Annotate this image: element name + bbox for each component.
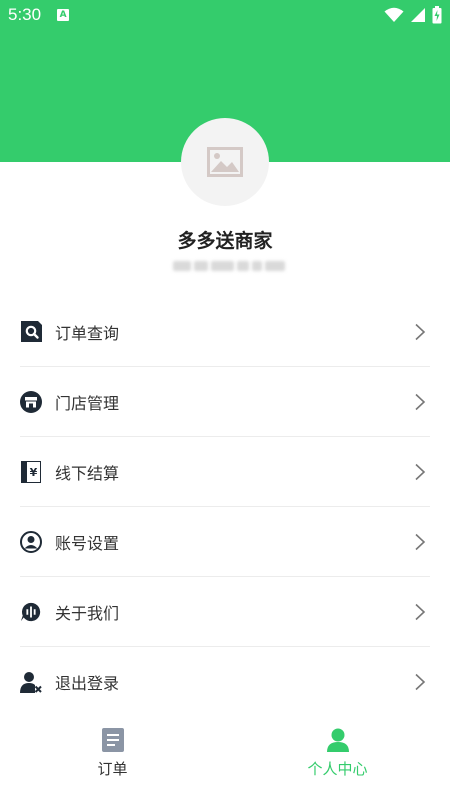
- account-icon: [20, 530, 42, 553]
- notification-a-icon: A: [57, 9, 70, 21]
- blur-segment: [210, 261, 235, 271]
- chevron-right-icon: [415, 603, 426, 620]
- tab-profile[interactable]: 个人中心: [225, 718, 450, 800]
- store-icon: [20, 390, 42, 413]
- document-icon: [101, 728, 124, 752]
- menu-item-account-settings[interactable]: 账号设置: [20, 507, 430, 577]
- tab-orders[interactable]: 订单: [0, 718, 225, 800]
- menu-item-offline-settlement[interactable]: ¥ 线下结算: [20, 437, 430, 507]
- svg-text:¥: ¥: [30, 466, 38, 479]
- battery-icon: [432, 6, 442, 24]
- menu-item-label: 账号设置: [55, 533, 120, 553]
- chevron-right-icon: [415, 533, 426, 550]
- chevron-right-icon: [415, 673, 426, 691]
- blur-segment: [237, 261, 250, 271]
- menu-item-label: 线下结算: [55, 463, 120, 483]
- tab-label: 个人中心: [307, 760, 368, 778]
- menu-item-store-management[interactable]: 门店管理: [20, 367, 430, 437]
- blur-segment: [265, 261, 285, 271]
- menu-item-label: 订单查询: [55, 323, 120, 343]
- menu-item-order-search[interactable]: 订单查询: [20, 297, 430, 367]
- tab-label: 订单: [97, 760, 128, 778]
- about-icon: [20, 601, 42, 623]
- menu-list: 订单查询 门店管理 ¥ 线下结算 账号设置 关于我们 退出登录: [20, 297, 430, 717]
- shop-name: 多多送商家: [177, 230, 273, 252]
- bottom-navigation: 订单 个人中心: [0, 718, 450, 800]
- menu-item-about-us[interactable]: 关于我们: [20, 577, 430, 647]
- status-indicators: [384, 6, 442, 24]
- menu-item-label: 关于我们: [55, 603, 120, 623]
- chevron-right-icon: [415, 463, 426, 480]
- blur-segment: [252, 261, 263, 271]
- menu-item-logout[interactable]: 退出登录: [20, 647, 430, 717]
- blur-segment: [193, 261, 208, 271]
- image-placeholder-icon: [207, 147, 243, 177]
- settlement-icon: ¥: [20, 460, 42, 483]
- screen: 5:30 A 多多送商家 订单查询 门店管理 ¥ 线下结算 账号设置 关于我们 …: [0, 0, 450, 800]
- status-bar: 5:30 A: [0, 0, 450, 30]
- menu-item-label: 退出登录: [55, 674, 120, 693]
- avatar[interactable]: [181, 118, 269, 206]
- blur-segment: [173, 261, 191, 271]
- chevron-right-icon: [415, 323, 426, 340]
- order-search-icon: [20, 321, 42, 343]
- chevron-right-icon: [415, 393, 426, 410]
- blurred-account-id: [173, 258, 285, 274]
- menu-item-label: 门店管理: [55, 393, 120, 413]
- person-icon: [326, 728, 349, 752]
- signal-icon: [411, 8, 425, 22]
- wifi-icon: [384, 7, 404, 22]
- logout-icon: [20, 671, 42, 693]
- status-time: 5:30: [8, 5, 42, 24]
